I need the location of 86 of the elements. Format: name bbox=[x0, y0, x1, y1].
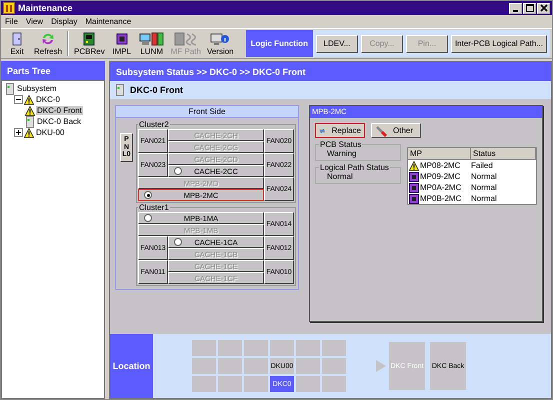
menu-item[interactable]: Display bbox=[51, 17, 78, 26]
location-cell[interactable] bbox=[296, 376, 320, 392]
collapse-toggle[interactable] bbox=[14, 95, 23, 104]
radio-button[interactable] bbox=[174, 167, 182, 175]
panel-header: Front Side bbox=[116, 106, 298, 118]
table-cell: MP09-2MC bbox=[420, 172, 460, 181]
toolbar-button[interactable]: PCBRev bbox=[71, 30, 108, 57]
warning-icon bbox=[24, 128, 34, 138]
location-cell[interactable] bbox=[192, 358, 216, 374]
status-value: Normal bbox=[326, 172, 354, 181]
toolbar-button[interactable]: Exit bbox=[3, 30, 31, 57]
tree-item[interactable]: DKU-00 bbox=[35, 128, 66, 137]
table-cell: MP0A-2MC bbox=[420, 183, 462, 192]
table-cell-text: Normal bbox=[470, 194, 498, 203]
location-cell[interactable] bbox=[322, 340, 346, 356]
table-cell-text: Normal bbox=[470, 172, 498, 181]
device-icon bbox=[26, 116, 34, 128]
radio-button[interactable] bbox=[144, 214, 152, 222]
cluster-title: Cluster1 bbox=[138, 203, 170, 212]
replace-button[interactable]: Replace bbox=[315, 123, 365, 138]
monitor-info-icon bbox=[210, 32, 230, 46]
breadcrumb: Subsystem Status >> DKC-0 >> DKC-0 Front bbox=[110, 62, 551, 81]
tree-item[interactable]: DKC-0 Back bbox=[36, 117, 82, 126]
computer-disks-icon bbox=[138, 32, 165, 46]
location-cell[interactable] bbox=[296, 340, 320, 356]
tree-item[interactable]: DKC-0 Front bbox=[36, 106, 83, 115]
maximize-button[interactable] bbox=[523, 2, 536, 14]
status-label: PCB Status bbox=[319, 140, 362, 149]
menu-item[interactable]: Maintenance bbox=[85, 17, 132, 26]
menu-item[interactable]: File bbox=[5, 17, 18, 26]
toolbar-button[interactable]: Version bbox=[204, 30, 237, 57]
location-cell[interactable] bbox=[270, 340, 294, 356]
table-cell-text: Failed bbox=[470, 161, 494, 170]
door-icon bbox=[10, 32, 24, 46]
menu-item[interactable]: View bbox=[26, 17, 44, 26]
device-icon bbox=[6, 82, 14, 94]
close-icon bbox=[540, 4, 548, 12]
location-label: Location bbox=[110, 334, 153, 398]
logic-function-label: Logic Function bbox=[246, 30, 313, 57]
refresh-icon bbox=[41, 32, 55, 46]
wrench-icon bbox=[375, 124, 387, 136]
radio-button[interactable] bbox=[144, 191, 152, 199]
close-button[interactable] bbox=[537, 2, 550, 14]
toolbar-button[interactable]: LUNM bbox=[136, 30, 168, 57]
location-cell[interactable] bbox=[244, 358, 268, 374]
location-cell[interactable] bbox=[322, 376, 346, 392]
cluster-title: Cluster2 bbox=[138, 120, 170, 129]
location-cell[interactable] bbox=[244, 340, 268, 356]
circuit-board-icon bbox=[82, 32, 96, 46]
toolbar-button[interactable]: IMPL bbox=[108, 30, 136, 57]
location-cell[interactable] bbox=[218, 358, 242, 374]
other-button[interactable]: Other bbox=[371, 123, 421, 138]
radio-button[interactable] bbox=[174, 238, 182, 246]
column-header[interactable]: MP bbox=[408, 148, 471, 160]
arrow-icon bbox=[376, 360, 386, 372]
expand-toggle[interactable] bbox=[14, 128, 23, 137]
tree-item[interactable]: DKC-0 bbox=[35, 95, 62, 104]
table-cell-text: Normal bbox=[470, 183, 498, 192]
panel-header: Parts Tree bbox=[1, 61, 105, 80]
minimize-button[interactable] bbox=[509, 2, 522, 14]
device-icon bbox=[116, 84, 124, 96]
location-cell[interactable] bbox=[192, 376, 216, 392]
function-button[interactable]: LDEV... bbox=[316, 34, 358, 52]
status-value: Warning bbox=[326, 149, 358, 158]
table-cell: MP08-2MC bbox=[420, 161, 460, 170]
app-icon bbox=[3, 2, 15, 14]
warning-icon bbox=[409, 160, 419, 170]
chip-icon bbox=[114, 32, 129, 46]
page-title: DKC-0 Front bbox=[130, 85, 183, 95]
warning-icon bbox=[25, 106, 35, 116]
tree-item[interactable]: Subsystem bbox=[16, 84, 58, 93]
window-title: Maintenance bbox=[18, 3, 74, 13]
location-cell[interactable] bbox=[192, 340, 216, 356]
location-cell[interactable] bbox=[322, 358, 346, 374]
function-button[interactable]: Inter-PCB Logical Path... bbox=[450, 34, 547, 52]
location-cell[interactable] bbox=[218, 376, 242, 392]
toolbar-button[interactable]: Refresh bbox=[31, 30, 66, 57]
table-cell: MP0B-2MC bbox=[420, 194, 462, 203]
location-cell[interactable] bbox=[296, 358, 320, 374]
status-label: Logical Path Status bbox=[319, 163, 390, 172]
path-icon bbox=[172, 32, 199, 46]
column-header[interactable]: Status bbox=[471, 148, 536, 160]
location-cell[interactable] bbox=[218, 340, 242, 356]
location-cell[interactable] bbox=[244, 376, 268, 392]
warning-icon bbox=[24, 94, 34, 104]
maximize-icon bbox=[526, 4, 534, 12]
